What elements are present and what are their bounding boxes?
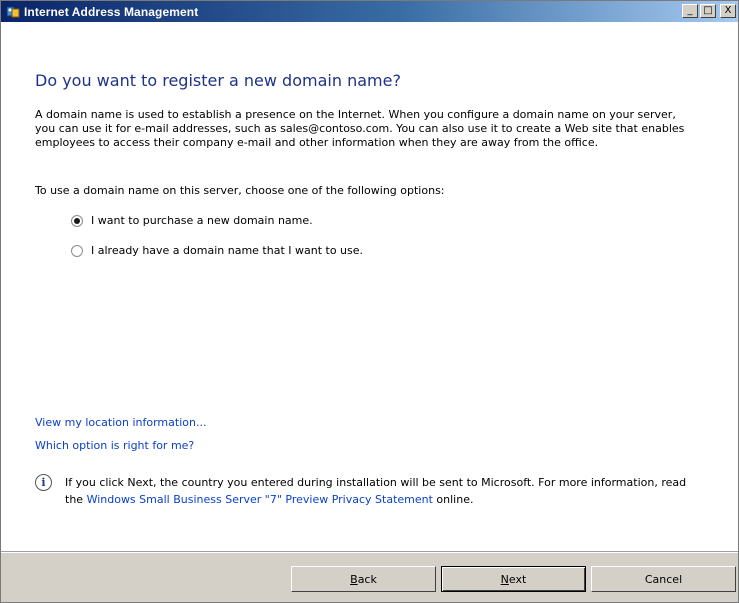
- radio-purchase-new-domain[interactable]: [71, 214, 83, 227]
- back-label: ack: [357, 572, 377, 586]
- which-option-link[interactable]: Which option is right for me?: [35, 439, 194, 452]
- option-existing-domain[interactable]: I already have a domain name that I want…: [71, 244, 363, 257]
- cancel-button[interactable]: Cancel: [591, 566, 736, 592]
- privacy-info-text: If you click Next, the country you enter…: [65, 474, 695, 508]
- privacy-info: i If you click Next, the country you ent…: [35, 474, 695, 508]
- title-bar[interactable]: Internet Address Management _ □ X: [1, 1, 738, 22]
- option-purchase-new-domain[interactable]: I want to purchase a new domain name.: [71, 214, 313, 227]
- radio-existing-domain[interactable]: [71, 244, 83, 257]
- window-title: Internet Address Management: [24, 4, 199, 19]
- option-label: I already have a domain name that I want…: [91, 244, 364, 257]
- minimize-button[interactable]: _: [682, 4, 698, 18]
- next-accelerator: N: [500, 572, 509, 586]
- next-button[interactable]: Next: [441, 566, 586, 592]
- app-icon: [5, 4, 21, 20]
- instruction-text: To use a domain name on this server, cho…: [35, 184, 445, 197]
- back-button[interactable]: Back: [291, 566, 436, 592]
- minimize-icon: _: [687, 5, 693, 16]
- window-controls: _ □ X: [682, 4, 736, 18]
- info-text-after: online.: [432, 493, 474, 506]
- info-icon: i: [35, 474, 52, 491]
- privacy-statement-link[interactable]: Windows Small Business Server "7" Previe…: [87, 493, 433, 506]
- close-button[interactable]: X: [720, 4, 736, 18]
- cancel-label: Cancel: [644, 572, 683, 586]
- internet-address-management-window: Internet Address Management _ □ X Do you…: [0, 0, 739, 603]
- description-text: A domain name is used to establish a pre…: [35, 108, 685, 149]
- radio-selected-dot: [74, 217, 80, 224]
- close-icon: X: [724, 5, 732, 16]
- maximize-button[interactable]: □: [700, 4, 716, 18]
- back-accelerator: B: [350, 572, 358, 586]
- view-location-link[interactable]: View my location information...: [35, 416, 206, 429]
- option-label: I want to purchase a new domain name.: [91, 214, 313, 227]
- page-heading: Do you want to register a new domain nam…: [35, 71, 401, 90]
- next-label: ext: [508, 572, 527, 586]
- maximize-icon: □: [703, 5, 713, 16]
